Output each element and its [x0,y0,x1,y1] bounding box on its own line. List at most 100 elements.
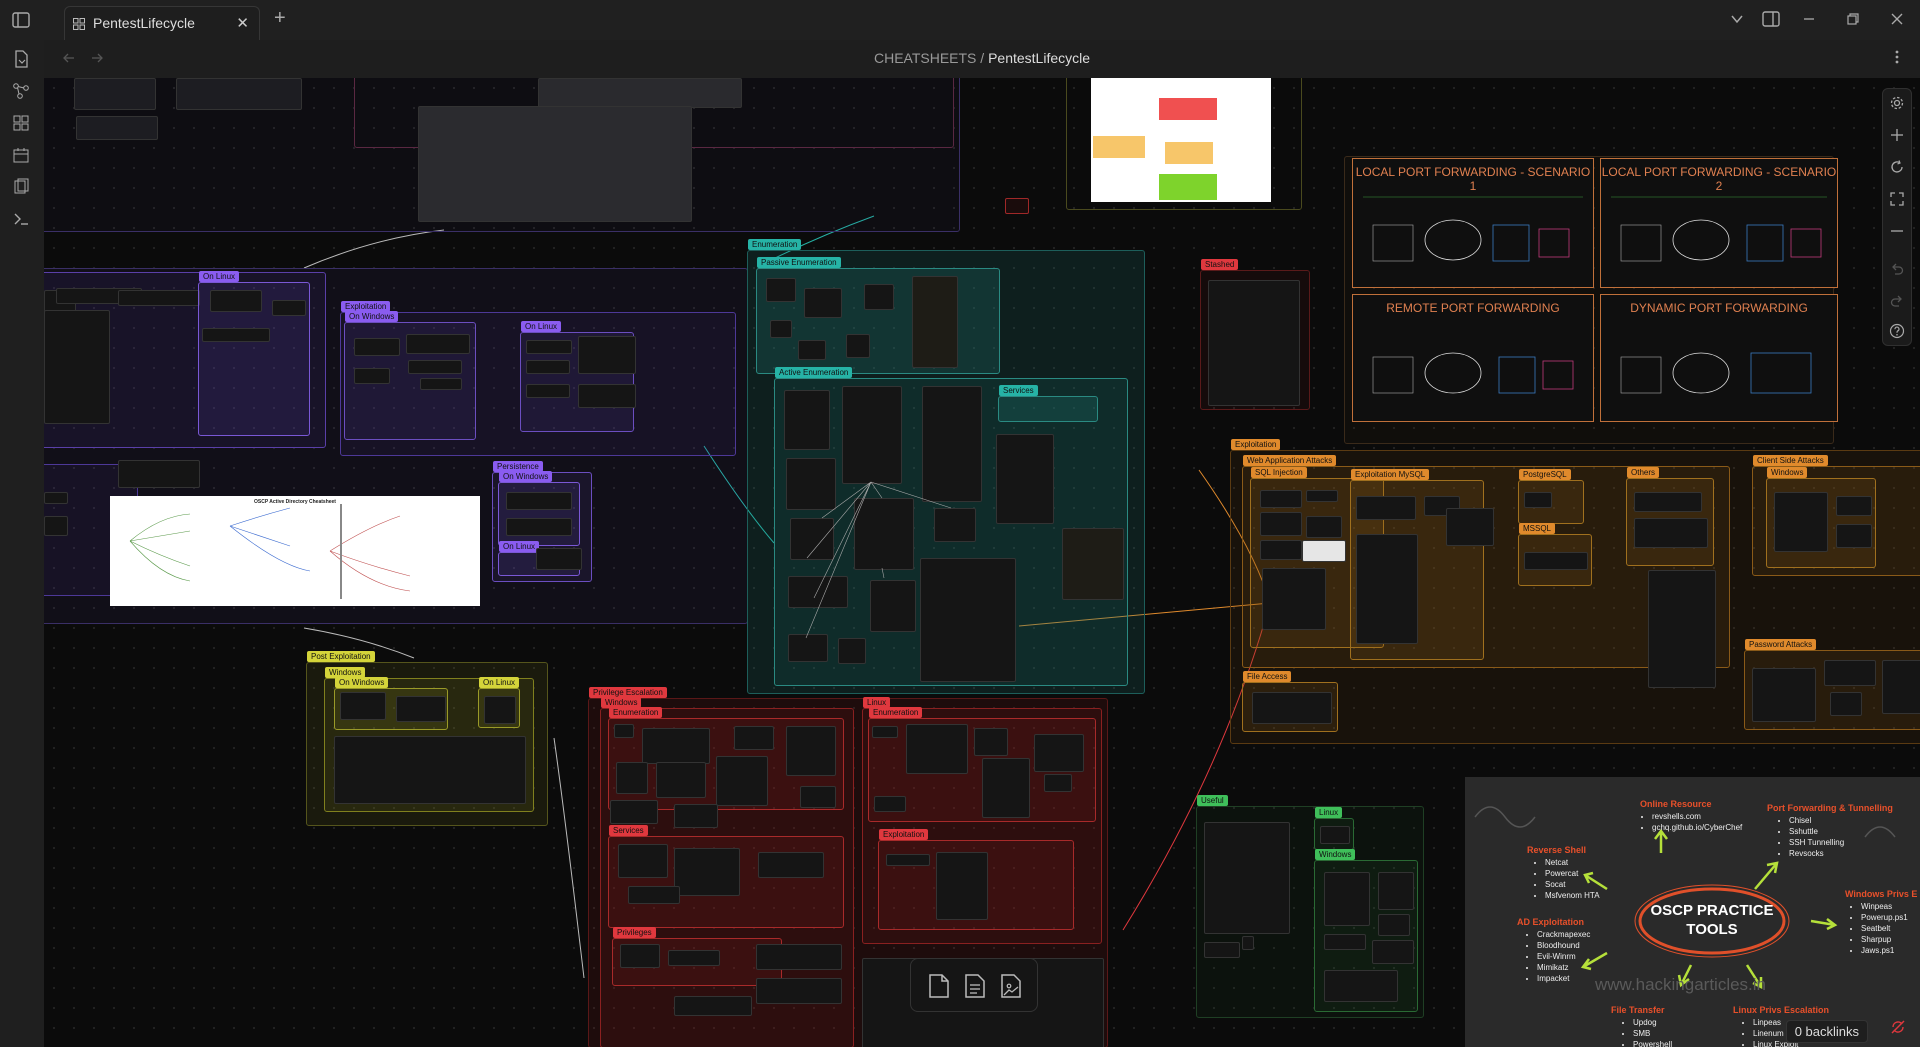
note-card[interactable] [334,736,526,804]
note-card[interactable] [1242,936,1254,950]
tab-pentestlifecycle[interactable]: PentestLifecycle ✕ [64,6,260,40]
note-card[interactable] [674,848,740,896]
new-tab-button[interactable]: + [274,8,286,28]
note-card[interactable] [642,728,710,764]
close-tab-icon[interactable]: ✕ [236,14,249,32]
note-card[interactable] [1204,942,1240,958]
note-card[interactable] [1378,914,1410,936]
note-card[interactable] [1648,570,1716,688]
note-card[interactable] [1378,872,1414,910]
note-card[interactable] [800,786,836,808]
note-card[interactable] [1524,492,1552,508]
more-options-icon[interactable] [1894,49,1900,69]
chevron-down-icon[interactable] [1730,12,1744,30]
open-file-icon[interactable] [12,50,32,70]
breadcrumb-folder[interactable]: CHEATSHEETS [874,50,976,66]
note-card[interactable] [1260,540,1302,560]
note-card[interactable] [1044,774,1072,792]
note-card[interactable] [874,796,906,812]
zoom-in-icon[interactable] [1887,125,1907,145]
breadcrumb-file[interactable]: PentestLifecycle [988,50,1090,66]
note-card[interactable] [1830,692,1862,716]
note-card[interactable] [610,800,658,824]
note-card[interactable] [1208,280,1300,406]
note-card[interactable] [1324,872,1370,926]
note-card[interactable] [756,978,842,1004]
note-card[interactable] [616,762,648,794]
note-card[interactable] [1446,508,1494,546]
note-card[interactable] [1836,496,1872,516]
remote-port-forwarding-card[interactable]: REMOTE PORT FORWARDING [1352,294,1594,422]
note-card[interactable] [484,696,516,724]
note-card[interactable] [1260,512,1302,536]
settings-gear-icon[interactable] [1887,93,1907,113]
note-card-image[interactable] [1302,540,1346,562]
note-card[interactable] [982,758,1030,818]
graph-view-icon[interactable] [12,82,32,102]
note-card[interactable] [1204,822,1290,934]
note-card[interactable] [1882,660,1920,714]
add-media-icon[interactable] [999,973,1023,1004]
backlinks-status[interactable]: 0 backlinks [1785,1020,1868,1043]
note-card[interactable] [786,726,836,776]
note-card[interactable] [906,724,968,774]
note-card[interactable] [1306,516,1342,538]
note-card[interactable] [668,950,720,966]
note-card[interactable] [1824,660,1876,686]
canvas-view-icon[interactable] [12,114,32,134]
calendar-icon[interactable] [12,146,32,166]
note-card[interactable] [1372,940,1414,964]
note-card[interactable] [618,844,668,878]
note-card[interactable] [340,692,386,720]
help-icon[interactable] [1887,321,1907,341]
note-card[interactable] [758,852,824,878]
note-card[interactable] [614,724,634,738]
local-port-forwarding-2-card[interactable]: LOCAL PORT FORWARDING - SCENARIO 2 [1600,158,1838,288]
note-card[interactable] [1324,934,1366,950]
note-card[interactable] [734,726,774,750]
zoom-to-fit-icon[interactable] [1887,189,1907,209]
note-card[interactable] [1034,734,1084,772]
undo-icon[interactable] [1887,259,1907,279]
note-card[interactable] [1356,534,1418,644]
close-window-icon[interactable] [1890,12,1904,30]
note-card[interactable] [628,886,680,904]
note-card[interactable] [716,756,768,806]
note-card[interactable] [1836,524,1872,548]
note-card[interactable] [1260,490,1302,508]
zoom-out-icon[interactable] [1887,221,1907,241]
minimize-icon[interactable] [1802,12,1816,30]
note-card[interactable] [872,726,898,738]
oscp-tools-image[interactable]: OSCP PRACTICE TOOLS www.hackingarticles.… [1465,777,1920,1047]
note-card[interactable] [936,852,988,920]
templates-icon[interactable] [12,178,32,198]
note-card[interactable] [674,996,752,1016]
restore-icon[interactable] [1846,12,1860,30]
note-card[interactable] [756,944,842,970]
note-card[interactable] [1634,518,1708,548]
note-card[interactable] [656,762,706,798]
add-file-icon[interactable] [963,973,987,1004]
add-note-icon[interactable] [927,973,951,1004]
note-card[interactable] [396,696,446,722]
note-card[interactable] [1324,970,1398,1002]
note-card[interactable] [974,728,1008,756]
terminal-icon[interactable] [12,210,32,230]
note-card[interactable] [1306,490,1338,502]
note-card[interactable] [1634,492,1702,512]
canvas-area[interactable]: On Linux Exploitation On Windows On Linu… [44,78,1920,1047]
dynamic-port-forwarding-card[interactable]: DYNAMIC PORT FORWARDING [1600,294,1838,422]
reset-zoom-icon[interactable] [1887,157,1907,177]
note-card[interactable] [620,944,660,968]
note-card[interactable] [1356,496,1416,520]
redo-icon[interactable] [1887,291,1907,311]
sync-off-icon[interactable] [1890,1019,1906,1040]
sidebar-toggle-icon[interactable] [12,12,30,32]
note-card[interactable] [674,804,718,828]
right-sidebar-toggle-icon[interactable] [1762,11,1780,31]
note-card[interactable] [1752,668,1816,722]
note-card[interactable] [1320,826,1350,844]
note-card[interactable] [886,854,930,866]
note-card[interactable] [1524,552,1588,570]
note-card[interactable] [1252,692,1332,724]
